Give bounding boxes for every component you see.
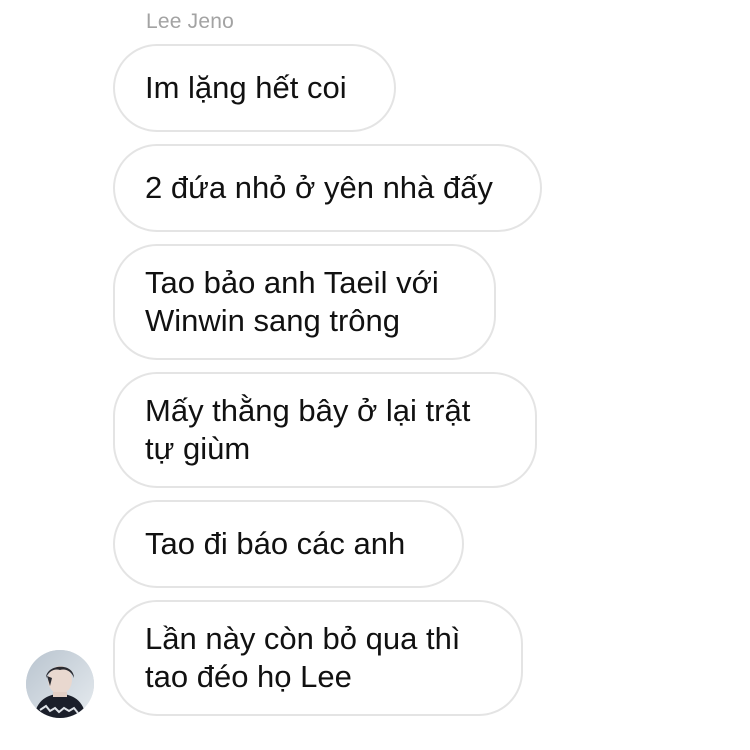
- sender-name: Lee Jeno: [146, 10, 235, 33]
- message-line: Tao bảo anh Taeil với: [145, 265, 439, 300]
- message-line: Mấy thằng bây ở lại trật: [145, 393, 471, 428]
- profile-photo-icon: [26, 650, 94, 718]
- message-text: 2 đứa nhỏ ở yên nhà đấy: [145, 170, 493, 205]
- message-line: Lần này còn bỏ qua thì: [145, 621, 461, 656]
- message-bubble[interactable]: 2 đứa nhỏ ở yên nhà đấy: [113, 144, 542, 232]
- message-line: tao đéo họ Lee: [145, 659, 352, 694]
- message-text: Tao bảo anh Taeil với Winwin sang trông: [145, 264, 439, 340]
- message-bubble[interactable]: Tao đi báo các anh: [113, 500, 464, 588]
- message-bubble[interactable]: Mấy thằng bây ở lại trật tự giùm: [113, 372, 537, 488]
- message-bubble[interactable]: Tao bảo anh Taeil với Winwin sang trông: [113, 244, 496, 360]
- avatar[interactable]: [26, 650, 94, 718]
- message-text: Lần này còn bỏ qua thì tao đéo họ Lee: [145, 620, 460, 696]
- message-text: Mấy thằng bây ở lại trật tự giùm: [145, 392, 470, 468]
- message-line: Winwin sang trông: [145, 303, 401, 338]
- message-line: tự giùm: [145, 431, 251, 466]
- message-text: Tao đi báo các anh: [145, 526, 406, 561]
- message-bubble[interactable]: Lần này còn bỏ qua thì tao đéo họ Lee: [113, 600, 523, 716]
- message-bubble[interactable]: Im lặng hết coi: [113, 44, 396, 132]
- message-text: Im lặng hết coi: [145, 70, 347, 105]
